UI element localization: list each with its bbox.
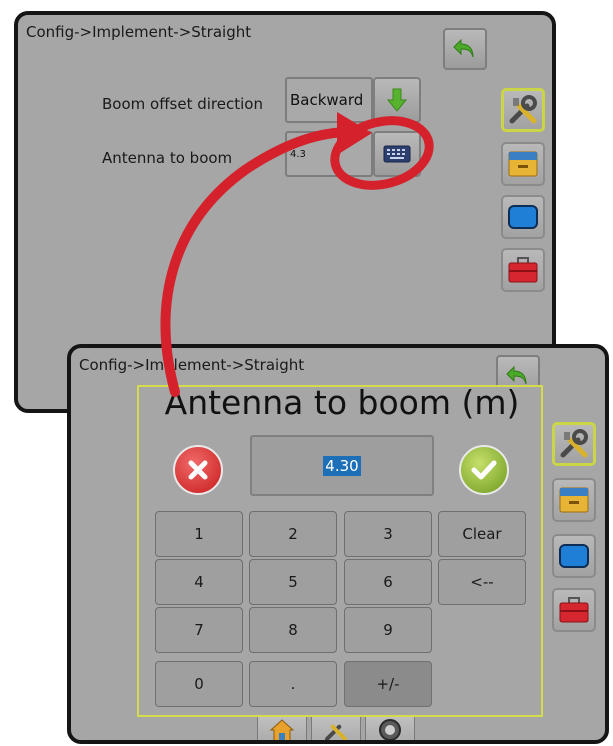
back-arrow-icon: [453, 38, 474, 58]
accept-button[interactable]: [459, 445, 509, 495]
toolbox-icon: [559, 597, 589, 623]
keypad-dialog: Antenna to boom (m) 4.30 1 2 3 Clear 4 5…: [137, 383, 543, 717]
key-clear[interactable]: Clear: [438, 511, 526, 557]
key-1[interactable]: 1: [155, 511, 243, 557]
key-8[interactable]: 8: [249, 607, 337, 653]
tools-icon: [325, 724, 347, 740]
antenna-to-boom-label: Antenna to boom: [102, 149, 233, 167]
gps-icon: [379, 719, 401, 740]
value-display[interactable]: 4.30: [250, 435, 434, 496]
key-6[interactable]: 6: [344, 559, 432, 605]
key-backspace[interactable]: <--: [438, 559, 526, 605]
cancel-button[interactable]: [173, 445, 223, 495]
drawer-icon: [508, 151, 538, 177]
back-button[interactable]: [443, 28, 487, 70]
cancel-x-icon: [188, 460, 208, 480]
key-2[interactable]: 2: [249, 511, 337, 557]
down-arrow-icon: [387, 88, 407, 112]
key-0[interactable]: 0: [155, 661, 243, 707]
toolbox-tab-button[interactable]: [501, 248, 545, 292]
toolbox-icon: [508, 257, 538, 283]
key-plus-minus[interactable]: +/-: [344, 661, 432, 707]
page-title: Config->Implement->Straight: [79, 356, 305, 374]
front-screen: Config->Implement->Straight Antenna to b…: [67, 344, 609, 744]
boom-offset-label: Boom offset direction: [102, 95, 263, 113]
dialog-title: Antenna to boom (m): [164, 383, 520, 422]
home-icon: [269, 719, 295, 740]
display-icon: [559, 544, 589, 568]
toolbox-tab-button[interactable]: [552, 588, 596, 632]
boom-offset-field[interactable]: Backward: [285, 77, 373, 123]
display-tab-button[interactable]: [552, 534, 596, 578]
key-7[interactable]: 7: [155, 607, 243, 653]
tools-icon: [509, 95, 537, 124]
display-icon: [508, 205, 538, 229]
page-title: Config->Implement->Straight: [26, 23, 252, 41]
drawer-tab-button[interactable]: [501, 142, 545, 186]
tools-tab-button[interactable]: [552, 422, 596, 466]
key-decimal[interactable]: .: [249, 661, 337, 707]
value-text: 4.30: [323, 455, 361, 476]
boom-offset-dropdown-button[interactable]: [373, 77, 421, 123]
key-4[interactable]: 4: [155, 559, 243, 605]
drawer-icon: [559, 487, 589, 513]
display-tab-button[interactable]: [501, 195, 545, 239]
key-3[interactable]: 3: [344, 511, 432, 557]
checkmark-icon: [471, 460, 497, 480]
tools-tab-button[interactable]: [501, 88, 545, 132]
drawer-tab-button[interactable]: [552, 478, 596, 522]
keyboard-icon: [383, 145, 411, 163]
key-9[interactable]: 9: [344, 607, 432, 653]
keyboard-button[interactable]: [373, 131, 421, 177]
antenna-to-boom-field[interactable]: 4.3: [285, 131, 373, 177]
key-5[interactable]: 5: [249, 559, 337, 605]
tools-icon: [560, 429, 588, 458]
